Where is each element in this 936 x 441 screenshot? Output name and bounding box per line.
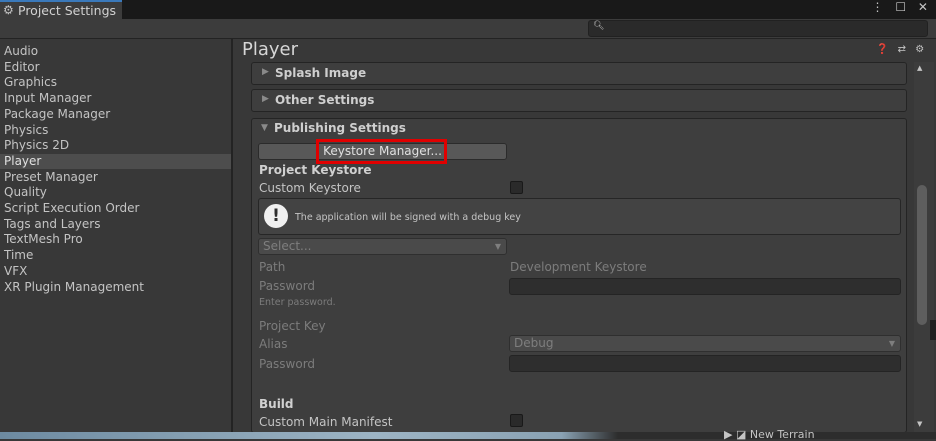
dropdown-value: Select... xyxy=(263,239,312,253)
sidebar-item-quality[interactable]: Quality xyxy=(0,185,231,200)
sidebar-item-audio[interactable]: Audio xyxy=(0,44,231,59)
path-value: Development Keystore xyxy=(510,260,647,274)
custom-main-manifest-label: Custom Main Manifest xyxy=(259,415,393,429)
chevron-down-icon[interactable]: ▼ xyxy=(261,123,268,133)
custom-keystore-checkbox[interactable] xyxy=(510,181,523,194)
sidebar-item-preset-manager[interactable]: Preset Manager xyxy=(0,170,231,185)
sidebar-item-time[interactable]: Time xyxy=(0,248,231,263)
build-heading: Build xyxy=(259,397,294,411)
background-window-edge xyxy=(930,320,936,340)
scroll-thumb[interactable] xyxy=(917,185,927,325)
chevron-right-icon: ▶ xyxy=(262,94,269,104)
sidebar-item-player[interactable]: Player xyxy=(0,153,231,169)
sidebar-item-physics-2d[interactable]: Physics 2D xyxy=(0,138,231,153)
scroll-up-icon[interactable]: ▲ xyxy=(917,64,922,72)
info-icon: ! xyxy=(264,204,288,228)
sidebar-item-script-execution-order[interactable]: Script Execution Order xyxy=(0,201,231,216)
dropdown-value: Debug xyxy=(514,336,554,350)
highlight-box xyxy=(316,139,447,164)
scroll-down-icon[interactable]: ▼ xyxy=(917,420,922,428)
sidebar-item-textmesh-pro[interactable]: TextMesh Pro xyxy=(0,232,231,247)
project-keystore-heading: Project Keystore xyxy=(259,163,372,177)
sidebar-item-physics[interactable]: Physics xyxy=(0,123,231,138)
search-icon: 🔍︎ xyxy=(593,21,605,31)
info-message: The application will be signed with a de… xyxy=(295,212,521,223)
keystore-password-field[interactable] xyxy=(509,278,901,295)
chevron-down-icon: ▼ xyxy=(888,339,895,348)
sidebar-item-graphics[interactable]: Graphics xyxy=(0,75,231,90)
sidebar-item-editor[interactable]: Editor xyxy=(0,60,231,75)
keystore-select-dropdown[interactable]: Select... ▼ xyxy=(258,238,507,255)
gear-icon: ⚙ xyxy=(3,3,14,17)
password-label: Password xyxy=(259,279,316,293)
section-title: Other Settings xyxy=(275,93,375,107)
section-other-settings[interactable]: ▶ Other Settings xyxy=(251,89,907,112)
section-title[interactable]: Publishing Settings xyxy=(274,121,406,135)
page-title: Player xyxy=(242,39,299,60)
sidebar-item-vfx[interactable]: VFX xyxy=(0,264,231,279)
key-password-field[interactable] xyxy=(509,355,901,372)
pane-divider[interactable] xyxy=(231,39,233,439)
section-splash-image[interactable]: ▶ Splash Image xyxy=(251,62,907,85)
custom-main-manifest-checkbox[interactable] xyxy=(510,414,523,427)
chevron-right-icon: ▶ xyxy=(262,67,269,77)
tab-project-settings[interactable]: ⚙ Project Settings xyxy=(0,0,122,19)
project-key-heading: Project Key xyxy=(259,319,326,333)
sidebar-item-input-manager[interactable]: Input Manager xyxy=(0,91,231,106)
password-hint: Enter password. xyxy=(259,297,336,308)
tab-label: Project Settings xyxy=(18,3,117,18)
window-controls[interactable]: ⋮ ☐ ✕ xyxy=(872,0,932,14)
search-input[interactable]: 🔍︎ xyxy=(588,20,928,37)
hierarchy-item-new-terrain: ▶ ◪ New Terrain xyxy=(724,428,815,441)
sidebar-item-xr-plugin-management[interactable]: XR Plugin Management xyxy=(0,280,231,295)
path-label: Path xyxy=(259,260,286,274)
sidebar-item-package-manager[interactable]: Package Manager xyxy=(0,107,231,122)
sidebar-item-tags-and-layers[interactable]: Tags and Layers xyxy=(0,217,231,232)
alias-label: Alias xyxy=(259,337,288,351)
header-icons[interactable]: ❓ ⇄ ⚙ xyxy=(876,44,927,55)
alias-dropdown[interactable]: Debug ▼ xyxy=(509,335,901,352)
section-title: Splash Image xyxy=(275,66,367,80)
title-bar xyxy=(0,0,936,19)
sidebar: Audio Editor Graphics Input Manager Package … xyxy=(0,39,231,439)
chevron-down-icon: ▼ xyxy=(494,242,501,251)
custom-keystore-label: Custom Keystore xyxy=(259,181,361,195)
key-password-label: Password xyxy=(259,357,316,371)
